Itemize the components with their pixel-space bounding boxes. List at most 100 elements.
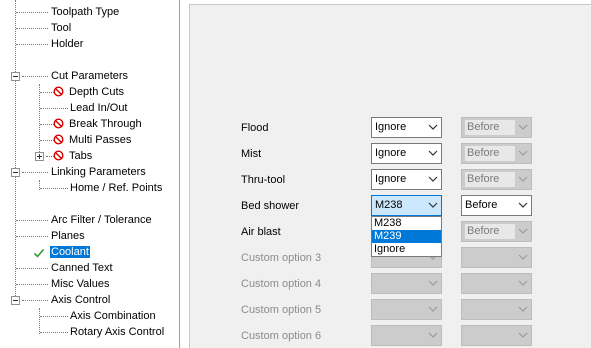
tree-item-label: Rotary Axis Control [70, 326, 165, 338]
check-icon [33, 248, 45, 258]
air-blast-timing-select[interactable]: Before [461, 221, 532, 242]
tree-line [16, 220, 48, 221]
thru-tool-select[interactable]: Ignore [371, 169, 442, 190]
tree-line [40, 188, 68, 189]
dropdown-option[interactable]: Ignore [372, 243, 441, 256]
chevron-down-icon [428, 332, 438, 338]
tree-line [16, 236, 48, 237]
bed-shower-timing-select[interactable]: Before [461, 195, 532, 216]
tree-item-label: Depth Cuts [69, 86, 125, 98]
dropdown-option[interactable]: M238 [372, 217, 441, 230]
chevron-down-icon [518, 124, 528, 130]
chevron-down-icon [428, 202, 438, 208]
tree-item-label: Multi Passes [69, 134, 132, 146]
tree-item-depth-cuts[interactable]: Depth Cuts [68, 84, 125, 100]
tree-item-break-through[interactable]: Break Through [68, 116, 143, 132]
chevron-down-icon [518, 306, 528, 312]
tree-line [39, 308, 40, 334]
disabled-icon [53, 118, 64, 129]
tree-item-label: Axis Control [51, 294, 111, 306]
tree-item-multi-passes[interactable]: Multi Passes [68, 132, 132, 148]
custom-option-6-timing-select[interactable] [461, 325, 532, 346]
custom-option-4-timing-select[interactable] [461, 273, 532, 294]
disabled-icon [53, 86, 64, 97]
custom-option-4-select[interactable] [371, 273, 442, 294]
tree-line [22, 172, 48, 173]
chevron-down-icon [428, 176, 438, 182]
tree-item-holder[interactable]: Holder [50, 36, 84, 52]
chevron-down-icon [518, 280, 528, 286]
custom-option-4-label: Custom option 4 [241, 278, 322, 290]
tree-item-misc-values[interactable]: Misc Values [50, 276, 110, 292]
chevron-down-icon [428, 280, 438, 286]
tree-item-rotary-axis-control[interactable]: Rotary Axis Control [69, 324, 165, 340]
tree-item-canned-text[interactable]: Canned Text [50, 260, 114, 276]
mist-label: Mist [241, 148, 262, 160]
bed-shower-select-value: M238 [375, 199, 403, 211]
tree-item-label: Cut Parameters [51, 70, 129, 82]
tree-item-label: Linking Parameters [51, 166, 146, 178]
custom-option-6-select[interactable] [371, 325, 442, 346]
tree-item-linking-parameters[interactable]: Linking Parameters [50, 164, 147, 180]
mist-select[interactable]: Ignore [371, 143, 442, 164]
mist-select-value: Ignore [375, 147, 407, 159]
tree-item-label: Planes [51, 230, 85, 242]
bed-shower-select[interactable]: M238 [371, 195, 442, 216]
tree-item-toolpath-type[interactable]: Toolpath Type [50, 4, 120, 20]
thru-tool-label: Thru-tool [241, 174, 286, 186]
custom-option-5-select[interactable] [371, 299, 442, 320]
tree-item-label: Axis Combination [70, 310, 156, 322]
tree-item-cut-parameters[interactable]: Cut Parameters [50, 68, 129, 84]
tree-line [40, 124, 54, 125]
tree-item-arc-filter[interactable]: Arc Filter / Tolerance [50, 212, 153, 228]
tree-item-lead-in-out[interactable]: Lead In/Out [69, 100, 129, 116]
flood-timing-select[interactable]: Before [461, 117, 532, 138]
tree-item-axis-control[interactable]: Axis Control [50, 292, 111, 308]
tree-line [16, 284, 48, 285]
dropdown-option[interactable]: M239 [372, 230, 441, 243]
disabled-icon [53, 150, 64, 161]
tree-item-label: Arc Filter / Tolerance [51, 214, 152, 226]
tree-item-label: Tool [51, 22, 72, 34]
parameter-tree: Toolpath Type Tool Holder Cut Parameters… [2, 0, 180, 348]
tree-item-tabs[interactable]: Tabs [68, 148, 93, 164]
tree-line [22, 300, 48, 301]
flood-select[interactable]: Ignore [371, 117, 442, 138]
bed-shower-label: Bed shower [241, 200, 300, 212]
thru-tool-timing-value: Before [465, 172, 515, 187]
flood-timing-value: Before [465, 120, 515, 135]
tree-line [40, 140, 54, 141]
chevron-down-icon [518, 176, 528, 182]
tree-line [40, 92, 54, 93]
chevron-down-icon [518, 254, 528, 260]
chevron-down-icon [428, 150, 438, 156]
tree-item-label: Lead In/Out [70, 102, 128, 114]
flood-label: Flood [241, 122, 269, 134]
thru-tool-timing-select[interactable]: Before [461, 169, 532, 190]
tree-item-home-ref-points[interactable]: Home / Ref. Points [69, 180, 163, 196]
tree-item-label: Break Through [69, 118, 142, 130]
mist-timing-select[interactable]: Before [461, 143, 532, 164]
tree-item-tool[interactable]: Tool [50, 20, 72, 36]
coolant-panel: Flood Ignore Before Mist Ignore Before T… [189, 4, 591, 348]
custom-option-5-timing-select[interactable] [461, 299, 532, 320]
flood-select-value: Ignore [375, 121, 407, 133]
collapse-icon[interactable] [11, 72, 20, 81]
tree-line [22, 76, 48, 77]
tree-item-label: Toolpath Type [51, 6, 120, 18]
tree-line [16, 12, 48, 13]
disabled-icon [53, 134, 64, 145]
tree-item-axis-combination[interactable]: Axis Combination [69, 308, 157, 324]
collapse-icon[interactable] [11, 296, 20, 305]
tree-item-planes[interactable]: Planes [50, 228, 86, 244]
collapse-icon[interactable] [11, 168, 20, 177]
custom-option-6-label: Custom option 6 [241, 330, 322, 342]
tree-item-coolant[interactable]: Coolant [50, 244, 90, 260]
tree-line [39, 84, 40, 158]
chevron-down-icon [518, 228, 528, 234]
custom-option-3-timing-select[interactable] [461, 247, 532, 268]
bed-shower-dropdown-list: M238 M239 Ignore [371, 216, 442, 257]
tree-item-label: Tabs [69, 150, 93, 162]
expand-icon[interactable] [35, 152, 44, 161]
tree-item-label: Misc Values [51, 278, 110, 290]
